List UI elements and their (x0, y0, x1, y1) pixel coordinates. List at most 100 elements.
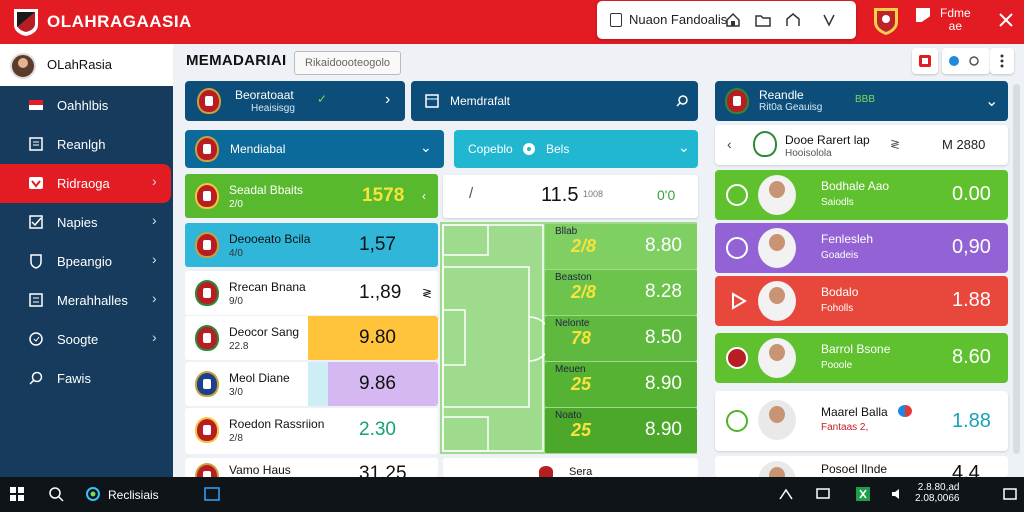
logo-icon (14, 9, 38, 36)
middle-summary-row[interactable]: / 11.5 1008 0'0 (443, 175, 698, 218)
row-odds[interactable]: 2.30 (359, 419, 396, 441)
sidebar-item-bpeangio[interactable]: Bpeangio › (0, 242, 173, 281)
row-odds[interactable]: 1578 (362, 185, 404, 207)
top-right-label: Fdme ae (940, 6, 971, 33)
table-row[interactable]: Seadal Bbaits 2/0 1578 ‹ (185, 174, 438, 218)
heart-icon (29, 177, 43, 189)
player-value[interactable]: 0.00 (952, 183, 991, 206)
player-row[interactable]: Posoel Ilnde 4.4 (715, 456, 1008, 477)
table-row[interactable]: Deocor Sang 22.8 9.80 (185, 316, 438, 360)
top-search-box[interactable]: Nuaon Fandoalis (597, 1, 856, 39)
left-column-header[interactable]: Beoratoaat Heaisisgg ✓ › (185, 81, 405, 121)
summary-name: Dooe Rarert lap (785, 133, 870, 147)
row-odds[interactable]: 1.,89 (359, 282, 401, 304)
middle-sub-header[interactable]: Copeblo Bels ⌄ (454, 130, 698, 168)
middle-column-header[interactable]: Memdrafalt (411, 81, 698, 121)
window-icon[interactable] (204, 486, 220, 502)
sidebar-item-soogte[interactable]: Soogte › (0, 320, 173, 359)
network-icon[interactable] (778, 486, 794, 502)
player-sub: Saiodls (821, 197, 854, 208)
pitch-cell[interactable]: Bllab 2/8 8.80 (545, 224, 697, 269)
pitch-odds[interactable]: 8.28 (645, 281, 682, 303)
volume-icon[interactable] (890, 486, 906, 502)
pitch-cell[interactable]: Meuen 25 8.90 (545, 362, 697, 407)
club-badge-icon (539, 466, 553, 477)
player-row[interactable]: Fenlesleh Goadeis 0,90 (715, 223, 1008, 273)
player-value[interactable]: 0,90 (952, 236, 991, 259)
player-avatar (758, 228, 796, 268)
sidebar-profile[interactable]: OLahRasia (0, 44, 173, 86)
player-row[interactable]: Bodalo Foholls 1.88 (715, 276, 1008, 326)
settings-icon (949, 56, 979, 66)
swap-icon: ≷ (422, 286, 433, 300)
row-sub: 2/0 (229, 199, 243, 210)
pitch-odds[interactable]: 8.50 (645, 327, 682, 349)
browser-icon[interactable] (85, 486, 101, 502)
row-odds[interactable]: 9.86 (359, 373, 396, 395)
windows-start-icon[interactable] (9, 486, 25, 502)
club-badge-icon (195, 417, 219, 443)
pitch-odds[interactable]: 8.90 (645, 419, 682, 441)
left-sub-header[interactable]: Mendiabal ⌄ (185, 130, 444, 168)
shield-check-icon[interactable] (821, 12, 837, 28)
table-row[interactable]: Roedon Rassriion 2/8 2.30 (185, 408, 438, 454)
chevron-down-icon: ⌄ (420, 139, 432, 155)
club-badge-icon (725, 88, 749, 114)
notification-icon[interactable] (1002, 486, 1018, 502)
sidebar-item-merahhalles[interactable]: Merahhalles › (0, 281, 173, 320)
table-row[interactable]: Meol Diane 3/0 9.86 (185, 362, 438, 406)
more-icon (1000, 54, 1004, 68)
row-name: Meol Diane (229, 371, 290, 385)
chat-icon[interactable] (815, 486, 831, 502)
pitch-cell[interactable]: Nelonte 78 8.50 (545, 316, 697, 361)
club-badge-icon (195, 463, 219, 477)
clock[interactable]: 2.8.80,ad 2.08,0066 (915, 482, 960, 504)
player-value[interactable]: 4.4 (952, 462, 980, 477)
home-icon[interactable] (725, 12, 741, 28)
taskbar-app-label[interactable]: Reclisiais (108, 488, 159, 502)
pitch-cell[interactable]: Beaston 2/8 8.28 (545, 270, 697, 315)
pitch-odds[interactable]: 8.80 (645, 235, 682, 257)
sidebar-item-fawis[interactable]: Fawis (0, 359, 173, 398)
row-odds[interactable]: 9.80 (359, 327, 396, 349)
house-icon[interactable] (785, 12, 801, 28)
view-toggle[interactable] (942, 48, 990, 74)
player-value[interactable]: 1.88 (952, 410, 991, 433)
pitch-odds[interactable]: 8.90 (645, 373, 682, 395)
player-row[interactable]: Maarel Balla Fantaas 2, 1.88 (715, 391, 1008, 451)
taskbar: Reclisiais 2.8.80,ad 2.08,0066 (0, 477, 1024, 512)
row-odds[interactable]: 31.25 (359, 463, 407, 477)
more-button[interactable] (990, 48, 1014, 74)
chat-icon (29, 332, 43, 346)
scrollbar[interactable] (1013, 84, 1020, 454)
content-search-input[interactable]: Rikaidoooteogolo (294, 51, 401, 75)
right-summary-row[interactable]: ‹ Dooe Rarert lap Hooisolola ≷ M 2880 (715, 125, 1008, 165)
spreadsheet-icon[interactable] (855, 486, 871, 502)
player-value[interactable]: 1.88 (952, 289, 991, 312)
chevron-right-icon: › (152, 290, 157, 306)
flag-icon (916, 8, 930, 22)
folder-icon[interactable] (755, 12, 771, 28)
table-row[interactable]: Vamo Haus 31.25 (185, 458, 438, 477)
flag-button[interactable] (912, 48, 938, 74)
row-name: Vamo Haus (229, 463, 291, 477)
player-row[interactable]: .pl.a1::after{background:#222} Bodhale A… (715, 170, 1008, 220)
player-row[interactable]: Barrol Bsone Pooole 8.60 (715, 333, 1008, 383)
sidebar-item-ridraoga[interactable]: Ridraoga › (0, 164, 171, 203)
right-column-header[interactable]: Reandle Rit0a Geauisg BBB ⌄ (715, 81, 1008, 121)
search-icon[interactable] (48, 486, 64, 502)
sidebar-item-napies[interactable]: Napies › (0, 203, 173, 242)
club-badge-icon (197, 88, 221, 114)
table-row[interactable]: Deooeato Bcila 4/0 1,57 (185, 223, 438, 267)
sidebar-item-oahhlbis[interactable]: Oahhlbis (0, 86, 173, 125)
player-value[interactable]: 8.60 (952, 346, 991, 369)
close-icon[interactable] (996, 10, 1016, 30)
table-row[interactable]: Rrecan Bnana 9/0 1.,89 ≷ (185, 271, 438, 315)
pitch-score: 25 (571, 374, 592, 394)
row-odds[interactable]: 1,57 (359, 234, 396, 256)
sidebar-item-reanlgh[interactable]: Reanlgh (0, 125, 173, 164)
middle-bottom-row[interactable]: Sera (443, 458, 698, 478)
player-avatar (758, 461, 796, 477)
pitch-cell[interactable]: Noato 25 8.90 (545, 408, 697, 453)
search-icon[interactable] (675, 94, 689, 108)
